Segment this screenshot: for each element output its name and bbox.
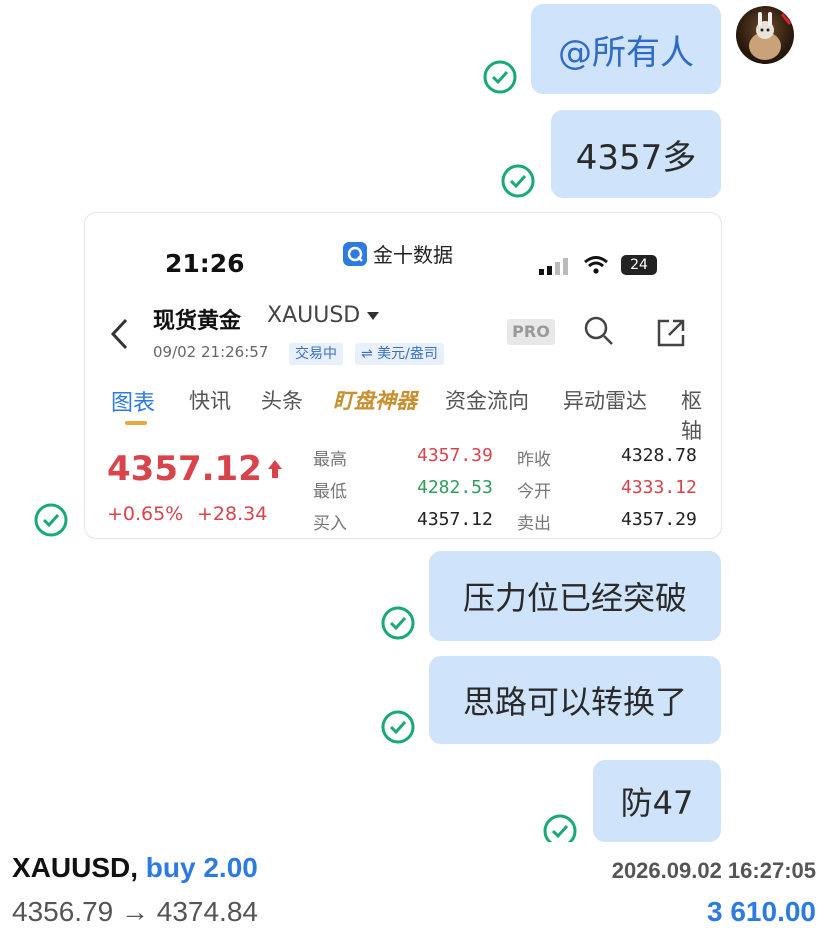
low-value: 4282.53 bbox=[417, 477, 493, 498]
share-icon[interactable] bbox=[655, 317, 687, 349]
high-value: 4357.39 bbox=[417, 445, 493, 466]
signal-icon bbox=[539, 258, 568, 275]
read-check-icon bbox=[381, 710, 415, 744]
last-price-value: 4357.12 bbox=[107, 449, 262, 489]
back-icon[interactable] bbox=[109, 317, 131, 351]
trade-profit: 3 610.00 bbox=[707, 896, 816, 927]
battery-level: 24 bbox=[630, 257, 648, 273]
message-bubble[interactable]: 4357多 bbox=[551, 110, 721, 198]
message-text: 4357多 bbox=[575, 137, 697, 178]
message-text: 压力位已经突破 bbox=[462, 579, 687, 617]
tab-anomaly-radar[interactable]: 异动雷达 bbox=[563, 385, 647, 415]
shared-screenshot-card[interactable]: 21:26 金十数据 24 现货黄金 XAUUSD 09/02 21:26:57… bbox=[84, 212, 722, 539]
tab-headlines[interactable]: 头条 bbox=[261, 385, 303, 415]
last-price: 4357.12 bbox=[107, 449, 284, 489]
open-value: 4333.12 bbox=[621, 477, 697, 498]
message-bubble[interactable]: 压力位已经突破 bbox=[429, 551, 721, 641]
trade-symbol-line: XAUUSD, buy 2.00 bbox=[12, 852, 258, 884]
read-check-icon bbox=[381, 606, 415, 640]
message-bubble[interactable]: 思路可以转换了 bbox=[429, 656, 721, 744]
search-icon[interactable] bbox=[583, 315, 615, 347]
status-time: 21:26 bbox=[165, 249, 245, 278]
trade-footer: XAUUSD, buy 2.00 2026.09.02 16:27:05 435… bbox=[0, 842, 828, 940]
instrument-name: 现货黄金 bbox=[153, 309, 242, 334]
bid-label: 买入 bbox=[313, 514, 347, 534]
message-bubble[interactable]: @所有人 bbox=[531, 4, 721, 94]
symbol: XAUUSD bbox=[267, 303, 361, 328]
message-text: 思路可以转换了 bbox=[462, 683, 687, 721]
app-logo-icon bbox=[343, 241, 367, 266]
read-check-icon bbox=[483, 60, 517, 94]
message-text: 防47 bbox=[620, 784, 694, 822]
tab-pivot[interactable]: 枢轴 bbox=[681, 385, 721, 445]
message-text: @所有人 bbox=[558, 32, 694, 73]
up-arrow-icon bbox=[267, 460, 282, 478]
battery-icon: 24 bbox=[621, 255, 657, 275]
pro-badge[interactable]: PRO bbox=[507, 319, 555, 345]
high-label: 最高 bbox=[313, 450, 347, 470]
change-amount: +28.34 bbox=[197, 503, 268, 525]
caret-down-icon bbox=[367, 311, 380, 320]
trade-price-range: 4356.79 → 4374.84 bbox=[12, 896, 258, 927]
open-label: 今开 bbox=[517, 482, 551, 502]
read-check-icon bbox=[34, 503, 68, 537]
message-bubble[interactable]: 防47 bbox=[593, 760, 721, 842]
ask-value: 4357.29 bbox=[621, 509, 697, 530]
prev-close-value: 4328.78 bbox=[621, 445, 697, 466]
tab-news-flash[interactable]: 快讯 bbox=[189, 385, 231, 415]
app-header: 金十数据 bbox=[343, 239, 453, 268]
ask-label: 卖出 bbox=[517, 514, 551, 534]
bid-value: 4357.12 bbox=[417, 509, 493, 530]
prev-close-label: 昨收 bbox=[517, 450, 551, 470]
avatar[interactable] bbox=[736, 6, 794, 64]
tab-watch-tool[interactable]: 盯盘神器 bbox=[333, 385, 417, 415]
trade-side: buy 2.00 bbox=[145, 852, 258, 883]
tab-capital-flow[interactable]: 资金流向 bbox=[445, 385, 529, 415]
change-percent: +0.65% bbox=[107, 503, 184, 525]
avatar-image bbox=[749, 12, 792, 60]
currency-unit-badge: ⇌ 美元/盎司 bbox=[355, 343, 444, 365]
trade-symbol: XAUUSD, bbox=[12, 852, 139, 883]
quote-timestamp: 09/02 21:26:57 bbox=[153, 343, 269, 361]
wifi-icon bbox=[584, 256, 608, 274]
read-check-icon bbox=[501, 164, 535, 198]
active-tab-indicator bbox=[125, 421, 147, 425]
low-label: 最低 bbox=[313, 482, 347, 502]
tab-chart[interactable]: 图表 bbox=[111, 385, 155, 417]
trading-status-badge: 交易中 bbox=[289, 343, 343, 365]
symbol-selector[interactable]: XAUUSD bbox=[267, 303, 380, 328]
app-name: 金十数据 bbox=[373, 243, 453, 267]
trade-datetime: 2026.09.02 16:27:05 bbox=[611, 858, 816, 883]
